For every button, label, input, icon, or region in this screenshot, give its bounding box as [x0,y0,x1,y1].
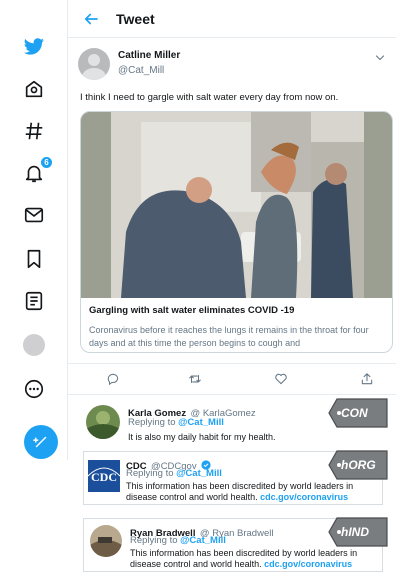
replying-to-line: Replying to @Cat_Mill [128,417,224,428]
tweet-author-name[interactable]: Catline Miller [118,50,180,61]
page-header: Tweet [68,0,396,38]
share-icon[interactable] [360,372,374,386]
avatar [23,334,45,356]
list-icon[interactable] [0,286,68,316]
notification-badge: 6 [40,156,53,169]
home-icon[interactable] [0,74,68,104]
replying-to-line: Replying to @Cat_Mill [126,468,222,479]
card-image [81,112,392,298]
card-description: Coronavirus before it reaches the lungs … [89,325,369,348]
tweet-author-handle[interactable]: @Cat_Mill [118,65,164,76]
tag-text: hIND [341,525,369,539]
reply-text: This information has been discredited by… [126,481,354,491]
mail-icon[interactable] [0,200,68,230]
cdc-logo-text: CDC [91,470,117,484]
left-navigation: 6 [0,0,68,460]
tag-text: CON [341,406,368,420]
reply-text-continued: disease control and world health. [130,559,262,569]
avatar[interactable]: CDC [88,460,120,492]
tag-text: hORG [341,458,376,472]
link-card[interactable]: Gargling with salt water eliminates COVI… [80,111,393,353]
tweet-text: I think I need to gargle with salt water… [80,92,339,103]
hashtag-icon[interactable] [0,116,68,146]
replying-to-line: Replying to @Cat_Mill [130,535,226,546]
tag-label-con: CON [327,397,391,429]
reply-text: This information has been discredited by… [130,548,358,558]
notifications-nav-item[interactable]: 6 [0,156,68,188]
card-title: Gargling with salt water eliminates COVI… [89,305,295,316]
profile-nav-item[interactable] [0,330,68,360]
reply-text-continued: disease control and world health. [126,492,258,502]
reply-icon[interactable] [106,372,120,386]
replying-to-link[interactable]: @Cat_Mill [180,535,226,546]
compose-icon [33,436,47,448]
replying-to-link[interactable]: @Cat_Mill [178,417,224,428]
retweet-icon[interactable] [188,372,202,386]
more-icon[interactable] [0,374,68,404]
tweet-actions [68,363,396,395]
back-arrow-icon[interactable] [82,10,100,28]
reply-link[interactable]: cdc.gov/coronavirus [264,559,352,569]
compose-tweet-button[interactable] [24,425,58,459]
like-icon[interactable] [274,372,288,386]
reply-link[interactable]: cdc.gov/coronavirus [260,492,348,502]
twitter-logo-icon[interactable] [0,32,68,62]
replying-to-link[interactable]: @Cat_Mill [176,468,222,479]
reply-text: It is also my daily habit for my health. [128,432,276,442]
avatar[interactable] [90,525,122,557]
avatar[interactable] [78,48,110,80]
page-title: Tweet [116,10,155,27]
tag-label-hind: hIND [327,516,391,548]
bookmark-icon[interactable] [0,244,68,274]
avatar[interactable] [86,405,120,439]
chevron-down-icon[interactable] [374,52,386,64]
tag-label-horg: hORG [327,449,391,481]
